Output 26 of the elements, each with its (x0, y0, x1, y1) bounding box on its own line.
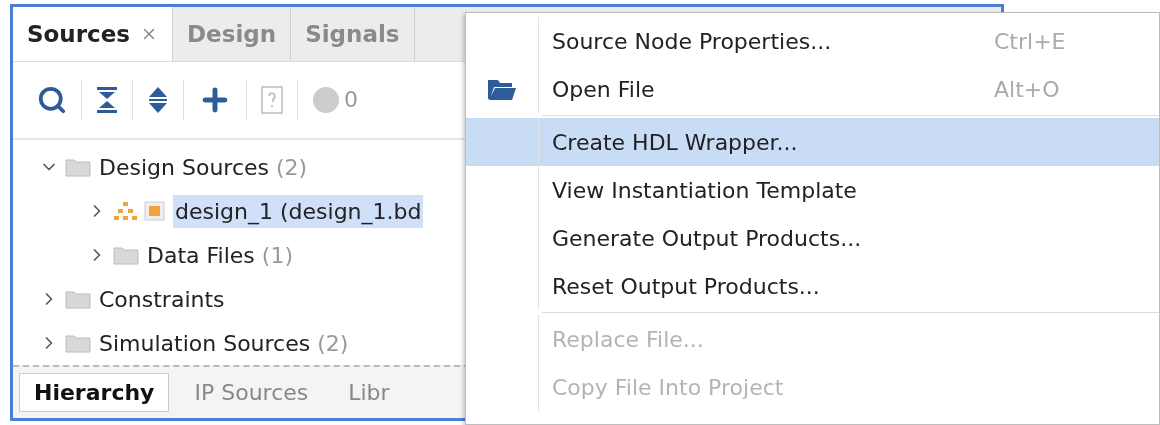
menu-item[interactable]: Generate Output Products... (466, 214, 1159, 262)
folder-icon (65, 333, 91, 354)
folder-icon (487, 77, 517, 101)
menu-item[interactable]: Create HDL Wrapper... (466, 118, 1159, 166)
status-circle-icon (312, 85, 340, 114)
tree-item[interactable]: Simulation Sources (2) (97, 326, 351, 360)
shortcut-text: Alt+O (994, 76, 1061, 102)
count-text: 0 (344, 87, 358, 113)
tree-item[interactable]: Constraints (97, 282, 227, 316)
expand-all-icon[interactable] (147, 85, 169, 114)
folder-icon (65, 289, 91, 310)
bottom-tab[interactable]: Hierarchy (19, 373, 170, 413)
collapse-all-icon[interactable] (96, 85, 118, 114)
menu-item[interactable]: Source Node Properties... Ctrl+E (466, 17, 1159, 65)
menu-item[interactable]: Reset Output Products... (466, 262, 1159, 310)
folder-icon (65, 157, 91, 178)
folder-icon (113, 245, 139, 266)
tree-item[interactable]: Design Sources (2) (97, 150, 310, 184)
shortcut-text: Ctrl+E (994, 28, 1067, 54)
search-icon[interactable] (37, 84, 67, 115)
block-design-icon (113, 200, 167, 223)
tree-item[interactable]: design_1 (design_1.bd (173, 194, 424, 228)
tree-item[interactable]: Data Files (1) (145, 238, 295, 272)
panel-tab[interactable]: Sources (13, 7, 173, 61)
menu-item[interactable]: View Instantiation Template (466, 166, 1159, 214)
menu-item[interactable]: Open File Alt+O (466, 65, 1159, 113)
